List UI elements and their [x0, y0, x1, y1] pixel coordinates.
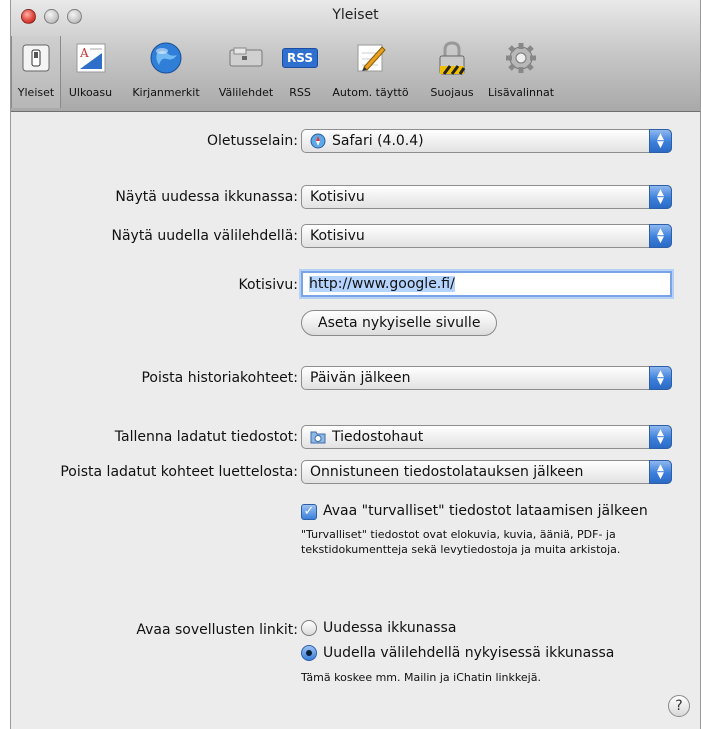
- open-safe-files-label: Avaa "turvalliset" tiedostot lataamisen …: [323, 503, 648, 519]
- tab-label: Kirjanmerkit: [132, 86, 200, 99]
- remove-downloads-value: Onnistuneen tiedostolatauksen jälkeen: [310, 464, 584, 480]
- tab-label: Ulkoasu: [68, 86, 113, 99]
- app-links-option-new-tab[interactable]: Uudella välilehdellä nykyisessä ikkunass…: [301, 645, 614, 661]
- tab-valilehdet[interactable]: Välilehdet: [212, 36, 280, 108]
- tab-suojaus[interactable]: Suojaus: [421, 36, 483, 108]
- font-icon: A: [73, 40, 109, 76]
- help-button[interactable]: ?: [668, 695, 690, 717]
- toolbar: Yleiset Yleiset A Ulkoasu Kirjanmerkit V…: [11, 0, 700, 112]
- tab-label: Autom. täyttö: [332, 86, 409, 99]
- radio-button[interactable]: [301, 620, 317, 636]
- radio-button-selected[interactable]: [301, 645, 317, 661]
- default-browser-label: Oletusselain:: [206, 133, 298, 149]
- tab-label: Lisävalinnat: [487, 86, 555, 99]
- tab-autom-tayto[interactable]: Autom. täyttö: [320, 36, 421, 108]
- rss-icon-text: RSS: [282, 48, 318, 68]
- save-downloads-popup[interactable]: Tiedostohaut ▲ ▼: [301, 425, 672, 449]
- popup-arrows-icon: ▲ ▼: [649, 425, 672, 449]
- general-settings-panel: Oletusselain: Safari (4.0.4) ▲ ▼ Näytä uu…: [11, 113, 700, 729]
- radio-label: Uudessa ikkunassa: [323, 620, 457, 636]
- new-window-popup[interactable]: Kotisivu ▲ ▼: [301, 185, 672, 209]
- tab-label: Välilehdet: [218, 86, 274, 99]
- lock-icon: [434, 40, 470, 76]
- tabs-icon: [228, 40, 264, 76]
- gear-icon: [503, 40, 539, 76]
- homepage-field[interactable]: http://www.google.fi/: [301, 271, 672, 297]
- tab-yleiset[interactable]: Yleiset: [11, 36, 61, 108]
- popup-arrows-icon: ▲ ▼: [649, 224, 672, 248]
- new-window-value: Kotisivu: [310, 189, 365, 205]
- default-browser-popup[interactable]: Safari (4.0.4) ▲ ▼: [301, 129, 672, 153]
- homepage-label: Kotisivu:: [238, 277, 299, 293]
- new-tab-label: Näytä uudella välilehdellä:: [111, 228, 298, 244]
- popup-arrows-icon: ▲ ▼: [649, 185, 672, 209]
- globe-icon: [148, 40, 184, 76]
- homepage-value: http://www.google.fi/: [309, 276, 455, 292]
- remove-history-value: Päivän jälkeen: [310, 370, 411, 386]
- safari-icon: [310, 133, 326, 149]
- tab-label: RSS: [289, 86, 311, 99]
- save-downloads-value: Tiedostohaut: [332, 429, 424, 445]
- tab-ulkoasu[interactable]: A Ulkoasu: [61, 36, 120, 108]
- default-browser-value: Safari (4.0.4): [332, 133, 424, 149]
- app-links-label: Avaa sovellusten linkit:: [136, 622, 298, 638]
- pencil-icon: [353, 40, 389, 76]
- new-window-label: Näytä uudessa ikkunassa:: [115, 189, 298, 205]
- preferences-tabs: Yleiset A Ulkoasu Kirjanmerkit Välilehde…: [11, 36, 559, 108]
- popup-arrows-icon: ▲ ▼: [649, 129, 672, 153]
- open-safe-files-checkbox[interactable]: ✓ Avaa "turvalliset" tiedostot lataamise…: [301, 503, 648, 520]
- radio-label: Uudella välilehdellä nykyisessä ikkunass…: [323, 645, 615, 661]
- tab-kirjanmerkit[interactable]: Kirjanmerkit: [120, 36, 212, 108]
- set-current-page-button[interactable]: Aseta nykyiselle sivulle: [301, 310, 498, 336]
- popup-arrows-icon: ▲ ▼: [649, 366, 672, 390]
- popup-arrows-icon: ▲ ▼: [649, 460, 672, 484]
- remove-history-label: Poista historiakohteet:: [141, 370, 298, 386]
- tab-label: Yleiset: [17, 86, 55, 99]
- tab-label: Suojaus: [430, 86, 474, 99]
- checkmark-icon[interactable]: ✓: [301, 504, 317, 520]
- rss-icon: RSS: [282, 40, 318, 76]
- window-title: Yleiset: [332, 7, 379, 23]
- switch-icon: [18, 40, 54, 76]
- remove-downloads-popup[interactable]: Onnistuneen tiedostolatauksen jälkeen ▲ ▼: [301, 460, 672, 484]
- remove-history-popup[interactable]: Päivän jälkeen ▲ ▼: [301, 366, 672, 390]
- new-tab-value: Kotisivu: [310, 228, 365, 244]
- svg-text:A: A: [79, 46, 89, 60]
- open-safe-files-note: "Turvalliset" tiedostot ovat elokuvia, k…: [301, 528, 621, 556]
- preferences-window: Yleiset Yleiset A Ulkoasu Kirjanmerkit V…: [10, 0, 701, 729]
- app-links-option-new-window[interactable]: Uudessa ikkunassa: [301, 620, 456, 636]
- tab-rss[interactable]: RSS RSS: [280, 36, 320, 108]
- app-links-note: Tämä koskee mm. Mailin ja iChatin linkke…: [301, 671, 541, 684]
- new-tab-popup[interactable]: Kotisivu ▲ ▼: [301, 224, 672, 248]
- save-downloads-label: Tallenna ladatut tiedostot:: [114, 429, 298, 445]
- remove-downloads-label: Poista ladatut kohteet luettelosta:: [60, 464, 298, 480]
- tab-lisavalinnat[interactable]: Lisävalinnat: [483, 36, 559, 108]
- folder-icon: [310, 429, 326, 445]
